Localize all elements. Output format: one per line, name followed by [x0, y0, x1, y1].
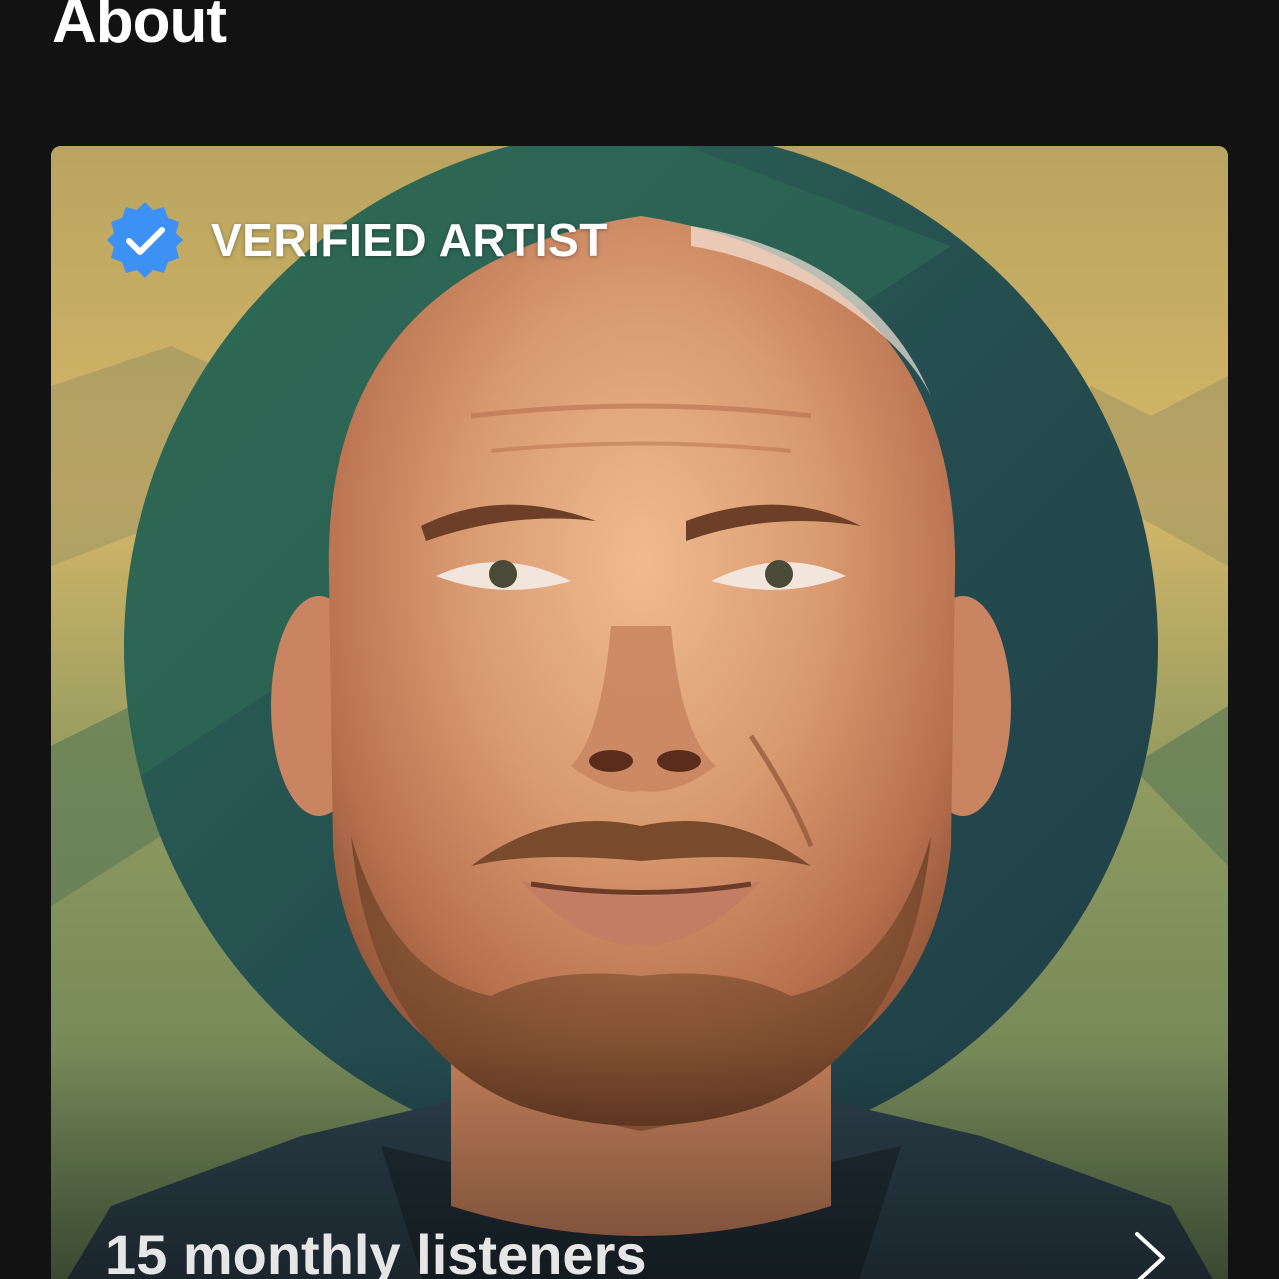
verified-artist-row: VERIFIED ARTIST	[105, 200, 608, 280]
about-artist-card[interactable]: VERIFIED ARTIST 15 monthly listeners	[51, 146, 1228, 1279]
section-title: About	[52, 0, 227, 56]
chevron-right-icon[interactable]	[1129, 1228, 1173, 1279]
monthly-listeners-text: 15 monthly listeners	[105, 1223, 647, 1279]
verified-badge-icon	[107, 202, 183, 278]
verified-artist-label: VERIFIED ARTIST	[211, 214, 608, 266]
